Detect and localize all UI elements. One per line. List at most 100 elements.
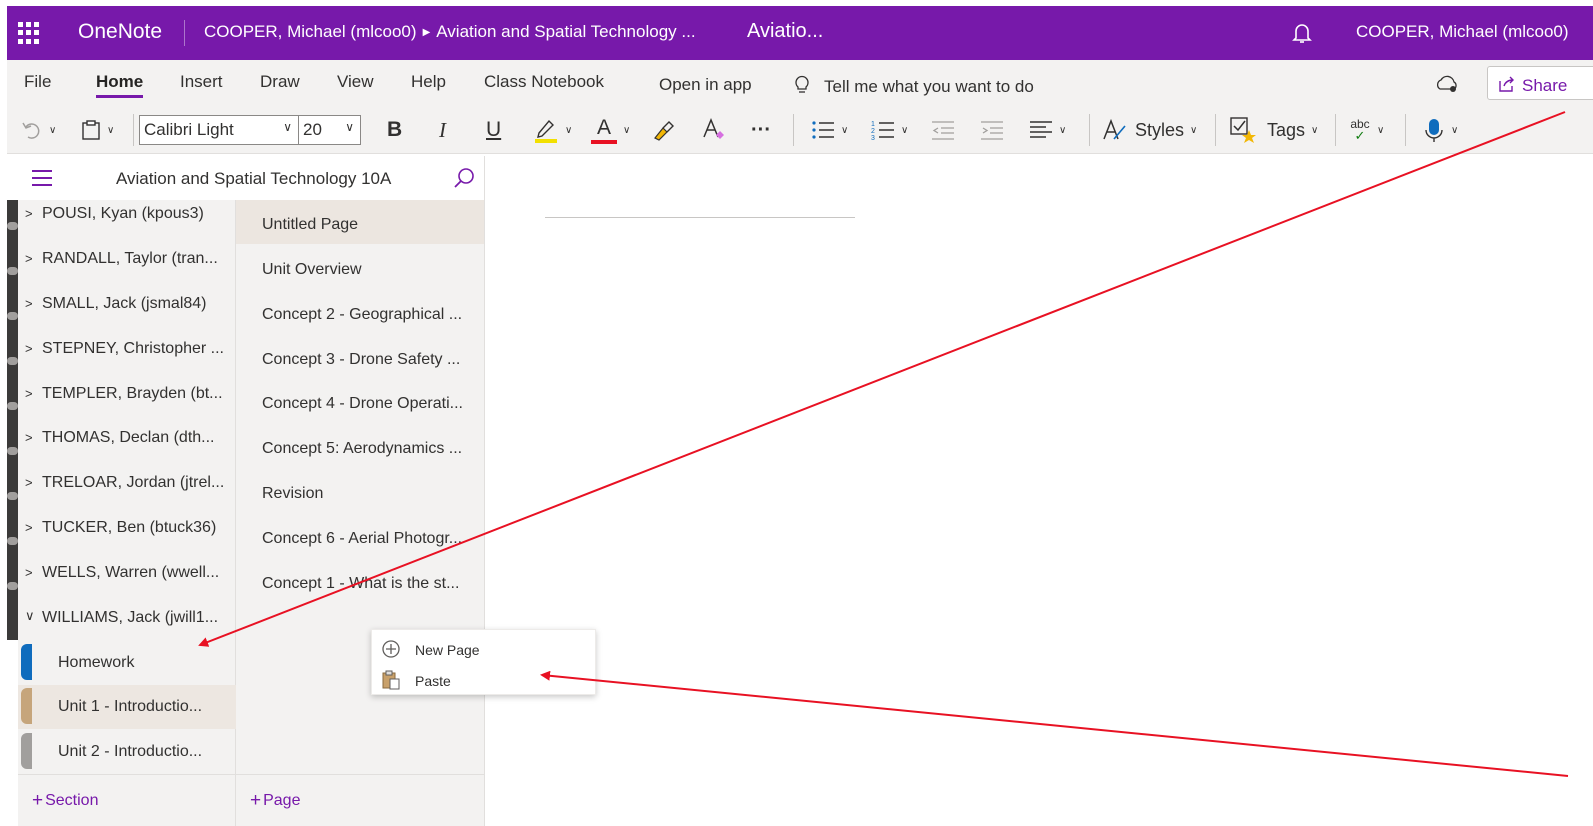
section-label: Unit 1 - Introductio...: [58, 698, 203, 715]
spell-check-icon: abc ✓: [1349, 118, 1371, 142]
tab-insert[interactable]: Insert: [180, 72, 223, 92]
dictate-button[interactable]: ∨: [1423, 114, 1458, 146]
chevron-right-icon: >: [25, 475, 33, 490]
chevron-down-icon: ∨: [565, 124, 573, 136]
section-group-label: WILLIAMS, Jack (jwill1...: [42, 609, 219, 626]
cloud-sync-icon[interactable]: [1434, 74, 1460, 94]
section-group-pousi[interactable]: > POUSI, Kyan (kpous3): [18, 200, 236, 244]
font-name-select[interactable]: Calibri Light ∨: [139, 115, 299, 145]
binder-ring: [7, 402, 18, 410]
lightbulb-icon: [795, 75, 809, 93]
section-homework[interactable]: Homework: [18, 641, 236, 685]
app-launcher-icon[interactable]: [18, 22, 40, 44]
section-group-label: WELLS, Warren (wwell...: [42, 564, 220, 581]
bell-icon[interactable]: [1290, 21, 1314, 45]
binder-ring: [7, 357, 18, 365]
section-group-label: STEPNEY, Christopher ...: [42, 340, 224, 357]
section-group-treloar[interactable]: > TRELOAR, Jordan (jtrel...: [18, 469, 236, 513]
section-group-tucker[interactable]: > TUCKER, Ben (btuck36): [18, 514, 236, 558]
section-tab-color: [21, 733, 32, 769]
menu-item-label: Paste: [415, 673, 451, 689]
page-revision[interactable]: Revision: [236, 469, 484, 513]
toolbar-separator: [1335, 114, 1336, 146]
tags-label: Tags: [1267, 119, 1306, 140]
numbered-list-icon: 123: [871, 121, 894, 142]
add-page-button[interactable]: + Page: [250, 789, 300, 811]
section-group-wells[interactable]: > WELLS, Warren (wwell...: [18, 559, 236, 603]
font-color-button[interactable]: A ∨: [591, 114, 630, 146]
tab-draw[interactable]: Draw: [260, 72, 300, 92]
hamburger-menu-icon[interactable]: [32, 170, 52, 191]
tags-button[interactable]: Tags ∨: [1229, 114, 1318, 146]
increase-indent-button[interactable]: [980, 114, 1004, 146]
section-group-stepney[interactable]: > STEPNEY, Christopher ...: [18, 335, 236, 379]
section-group-templer[interactable]: > TEMPLER, Brayden (bt...: [18, 380, 236, 424]
app-name[interactable]: OneNote: [78, 20, 162, 44]
underline-button[interactable]: U: [486, 114, 501, 146]
numbering-button[interactable]: 1 2 3 ∨: [871, 114, 908, 146]
section-group-label: THOMAS, Declan (dth...: [42, 429, 215, 446]
tab-file[interactable]: File: [24, 72, 51, 92]
page-unit-overview[interactable]: Unit Overview: [236, 245, 484, 289]
section-unit-2[interactable]: Unit 2 - Introductio...: [18, 730, 236, 774]
binder-ring: [7, 492, 18, 500]
binder-ring: [7, 222, 18, 230]
page-concept-5[interactable]: Concept 5: Aerodynamics ...: [236, 424, 484, 468]
page-concept-6[interactable]: Concept 6 - Aerial Photogr...: [236, 514, 484, 558]
section-group-randall[interactable]: > RANDALL, Taylor (tran...: [18, 245, 236, 289]
toolbar-separator: [1089, 114, 1090, 146]
section-group-small[interactable]: > SMALL, Jack (jsmal84): [18, 290, 236, 334]
section-group-label: SMALL, Jack (jsmal84): [42, 295, 207, 312]
binder-ring: [7, 447, 18, 455]
tab-home[interactable]: Home: [96, 72, 143, 92]
decrease-indent-button[interactable]: [931, 114, 955, 146]
binder-ring: [7, 312, 18, 320]
styles-button[interactable]: Styles ∨: [1101, 114, 1197, 146]
spelling-button[interactable]: abc ✓ ∨: [1349, 114, 1384, 146]
page-concept-3[interactable]: Concept 3 - Drone Safety ...: [236, 335, 484, 379]
tab-help[interactable]: Help: [411, 72, 446, 92]
bold-button[interactable]: B: [387, 114, 402, 146]
chevron-down-icon: ∨: [283, 120, 292, 134]
page-label: Untitled Page: [262, 216, 359, 233]
breadcrumb-notebook[interactable]: Aviation and Spatial Technology ...: [436, 22, 695, 41]
undo-button[interactable]: ∨: [21, 114, 56, 146]
user-name[interactable]: COOPER, Michael (mlcoo0): [1356, 22, 1569, 42]
section-unit-1[interactable]: Unit 1 - Introductio...: [18, 685, 236, 729]
section-group-thomas[interactable]: > THOMAS, Declan (dth...: [18, 424, 236, 468]
clear-formatting-button[interactable]: [701, 114, 727, 146]
highlight-button[interactable]: ∨: [533, 114, 572, 146]
format-painter-button[interactable]: [651, 114, 675, 146]
open-in-app-button[interactable]: Open in app: [659, 75, 752, 95]
more-options-button[interactable]: ···: [751, 114, 771, 146]
font-size-value: 20: [303, 120, 322, 139]
tell-me-search[interactable]: Tell me what you want to do: [794, 72, 1034, 97]
chevron-right-icon: >: [25, 206, 33, 221]
page-label: Concept 6 - Aerial Photogr...: [262, 530, 463, 547]
italic-button[interactable]: I: [439, 114, 446, 146]
search-icon[interactable]: [452, 166, 476, 190]
page-concept-4[interactable]: Concept 4 - Drone Operati...: [236, 379, 484, 423]
svg-text:3: 3: [871, 135, 875, 142]
add-section-button[interactable]: + Section: [32, 789, 98, 811]
page-label: Concept 4 - Drone Operati...: [262, 395, 463, 412]
font-size-select[interactable]: 20 ∨: [298, 115, 361, 145]
menu-item-paste[interactable]: Paste: [372, 664, 595, 694]
menu-item-new-page[interactable]: New Page: [372, 633, 595, 663]
alignment-button[interactable]: ∨: [1029, 114, 1066, 146]
notebook-title[interactable]: Aviation and Spatial Technology 10A: [116, 169, 391, 189]
breadcrumb-user[interactable]: COOPER, Michael (mlcoo0): [204, 22, 417, 41]
spell-check-mark: ✓: [1354, 128, 1366, 143]
bullets-button[interactable]: ∨: [811, 114, 848, 146]
page-canvas[interactable]: [486, 156, 1593, 826]
increase-indent-icon: [981, 121, 1003, 140]
clipboard-button[interactable]: ∨: [81, 114, 114, 146]
page-concept-2[interactable]: Concept 2 - Geographical ...: [236, 290, 484, 334]
share-button[interactable]: Share: [1487, 66, 1593, 100]
page-concept-1[interactable]: Concept 1 - What is the st...: [236, 559, 484, 603]
tab-view[interactable]: View: [337, 72, 374, 92]
tab-class-notebook[interactable]: Class Notebook: [484, 72, 604, 92]
add-circle-icon: [382, 640, 400, 658]
section-group-label: POUSI, Kyan (kpous3): [42, 205, 204, 222]
page-untitled[interactable]: Untitled Page: [236, 200, 484, 244]
